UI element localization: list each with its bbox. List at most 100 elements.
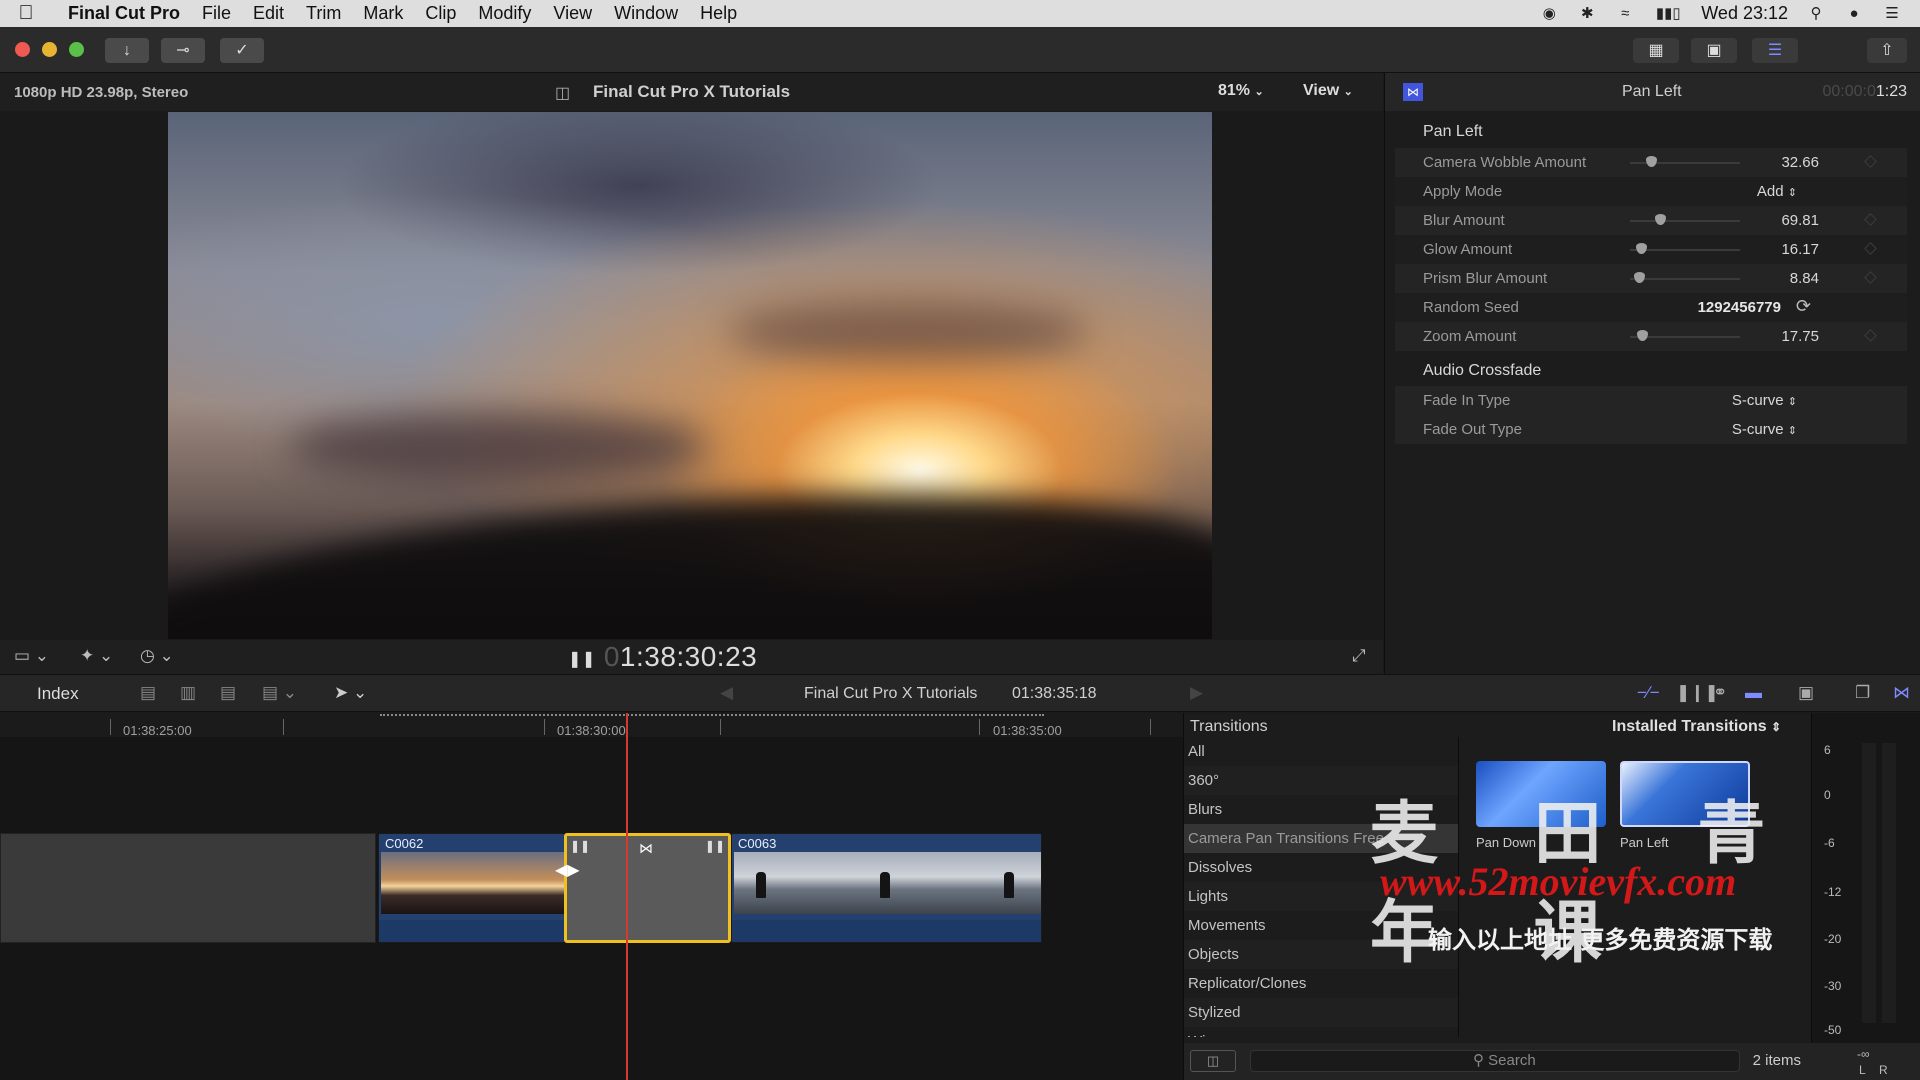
timeline-ruler[interactable]: 01:38:25:00 01:38:30:00 01:38:35:00: [0, 713, 1183, 738]
viewer-video-frame[interactable]: [168, 112, 1212, 639]
apply-mode-select[interactable]: Add ⇕: [1757, 183, 1797, 200]
import-button[interactable]: ↓: [105, 38, 149, 63]
skimming-icon[interactable]: −∕−: [1637, 683, 1660, 703]
param-value[interactable]: 8.84: [1790, 270, 1819, 287]
zoom-dropdown[interactable]: 81% ⌄: [1218, 82, 1264, 100]
user-avatar-icon[interactable]: ●: [1844, 5, 1864, 22]
clip-c0062[interactable]: C0062: [378, 833, 565, 943]
installed-transitions-select[interactable]: Installed Transitions ⇕: [1612, 718, 1781, 736]
keyframe-diamond-icon[interactable]: [1864, 271, 1877, 284]
history-back-icon[interactable]: ◀: [720, 683, 733, 703]
zoom-window-button[interactable]: [69, 42, 84, 57]
fade-out-select[interactable]: S-curve ⇕: [1732, 421, 1797, 438]
battery-icon[interactable]: ▮▮▯: [1653, 5, 1683, 22]
section-audio-crossfade[interactable]: Audio Crossfade: [1423, 362, 1541, 380]
headphones-icon[interactable]: ⚭: [1713, 683, 1727, 703]
viewer-display-options-icon[interactable]: ▭ ⌄: [14, 646, 49, 666]
menu-mark[interactable]: Mark: [352, 3, 414, 24]
param-slider[interactable]: [1630, 214, 1740, 225]
ruler-tick: [283, 719, 284, 735]
playback-timecode[interactable]: ❚❚ 01:38:30:23: [568, 641, 757, 673]
param-slider[interactable]: [1630, 156, 1740, 167]
overwrite-clip-icon[interactable]: ▤ ⌄: [262, 683, 297, 703]
slider-knob[interactable]: [1637, 330, 1648, 341]
transition-pan-left[interactable]: ❚❚ ⋈ ❚❚: [564, 833, 731, 943]
playhead[interactable]: [626, 713, 628, 1080]
keywords-button[interactable]: ⊸: [161, 38, 205, 63]
record-icon[interactable]: ◉: [1539, 5, 1559, 22]
transition-handle-right[interactable]: ❚❚: [705, 839, 725, 853]
snapping-icon[interactable]: ▬: [1745, 683, 1762, 703]
spotlight-search-icon[interactable]: ⚲: [1806, 5, 1826, 22]
gap-clip[interactable]: [0, 833, 376, 943]
append-clip-icon[interactable]: ▤: [220, 683, 236, 703]
retime-speed-icon[interactable]: ◷ ⌄: [140, 646, 174, 666]
param-value[interactable]: 69.81: [1781, 212, 1819, 229]
history-forward-icon[interactable]: ▶: [1190, 683, 1203, 703]
clip-appearance-icon[interactable]: ▣: [1798, 683, 1814, 703]
menu-help[interactable]: Help: [689, 3, 748, 24]
param-value[interactable]: 16.17: [1781, 241, 1819, 258]
transform-tools-icon[interactable]: ✦ ⌄: [80, 646, 113, 666]
window-toolbar: ↓ ⊸ ✓ ▦ ▣ ☰ ⇧: [0, 27, 1920, 73]
transitions-browser-icon[interactable]: ⋈: [1893, 683, 1910, 703]
clock[interactable]: Wed 23:12: [1701, 3, 1788, 24]
connect-clip-icon[interactable]: ▤: [140, 683, 156, 703]
show-browser-button[interactable]: ▦: [1633, 38, 1679, 63]
section-pan-left[interactable]: Pan Left: [1423, 123, 1483, 141]
slider-knob[interactable]: [1646, 156, 1657, 167]
slider-knob[interactable]: [1636, 243, 1647, 254]
slider-knob[interactable]: [1634, 272, 1645, 283]
menu-edit[interactable]: Edit: [242, 3, 295, 24]
fullscreen-icon[interactable]: ⤢: [1352, 646, 1366, 666]
show-inspector-button[interactable]: ☰: [1752, 38, 1798, 63]
param-slider[interactable]: [1630, 272, 1740, 283]
param-slider[interactable]: [1630, 330, 1740, 341]
search-input[interactable]: ⚲ Search: [1250, 1050, 1740, 1072]
keyframe-diamond-icon[interactable]: [1864, 155, 1877, 168]
clip-c0063[interactable]: C0063: [731, 833, 1042, 943]
close-window-button[interactable]: [15, 42, 30, 57]
wifi-icon[interactable]: ≈: [1615, 5, 1635, 22]
menu-clip[interactable]: Clip: [414, 3, 467, 24]
keyframe-diamond-icon[interactable]: [1864, 329, 1877, 342]
background-tasks-button[interactable]: ✓: [220, 38, 264, 63]
slider-knob[interactable]: [1655, 214, 1666, 225]
menu-file[interactable]: File: [191, 3, 242, 24]
transition-handle-left[interactable]: ❚❚: [570, 839, 590, 853]
sidebar-toggle-icon[interactable]: ◫: [1190, 1050, 1236, 1072]
keyframe-diamond-icon[interactable]: [1864, 242, 1877, 255]
param-value[interactable]: 32.66: [1781, 154, 1819, 171]
clapper-icon: ◫: [555, 85, 571, 102]
keyframe-diamond-icon[interactable]: [1864, 213, 1877, 226]
share-button[interactable]: ⇧: [1867, 38, 1907, 63]
transition-inspector-icon[interactable]: ⋈: [1403, 83, 1423, 101]
select-value: S-curve: [1731, 421, 1784, 438]
regenerate-seed-icon[interactable]: ⟳: [1796, 296, 1811, 317]
menu-app-name[interactable]: Final Cut Pro: [52, 3, 191, 24]
show-timeline-button[interactable]: ▣: [1691, 38, 1737, 63]
bluetooth-icon[interactable]: ✱: [1577, 5, 1597, 22]
timeline-index-button[interactable]: Index: [37, 684, 79, 704]
category-item[interactable]: All: [1184, 737, 1458, 766]
pause-icon[interactable]: ❚❚: [568, 651, 596, 668]
select-value: Add: [1756, 183, 1784, 200]
timeline-view-icon[interactable]: ❐: [1855, 683, 1870, 703]
insert-clip-icon[interactable]: ▥: [180, 683, 196, 703]
random-seed-value[interactable]: 1292456779: [1698, 299, 1781, 316]
param-slider[interactable]: [1630, 243, 1740, 254]
menu-view[interactable]: View: [542, 3, 603, 24]
apple-menu-icon[interactable]: : [0, 2, 52, 25]
notification-list-icon[interactable]: ☰: [1882, 5, 1902, 22]
select-tool-icon[interactable]: ➤ ⌄: [334, 683, 367, 703]
minimize-window-button[interactable]: [42, 42, 57, 57]
menu-trim[interactable]: Trim: [295, 3, 352, 24]
timeline[interactable]: 01:38:25:00 01:38:30:00 01:38:35:00 C006…: [0, 713, 1183, 1080]
category-item[interactable]: Wipes: [1184, 1027, 1458, 1037]
menu-modify[interactable]: Modify: [467, 3, 542, 24]
param-value[interactable]: 17.75: [1781, 328, 1819, 345]
category-item[interactable]: Stylized: [1184, 998, 1458, 1027]
menu-window[interactable]: Window: [603, 3, 689, 24]
fade-in-select[interactable]: S-curve ⇕: [1732, 392, 1797, 409]
view-dropdown[interactable]: View ⌄: [1303, 82, 1353, 100]
